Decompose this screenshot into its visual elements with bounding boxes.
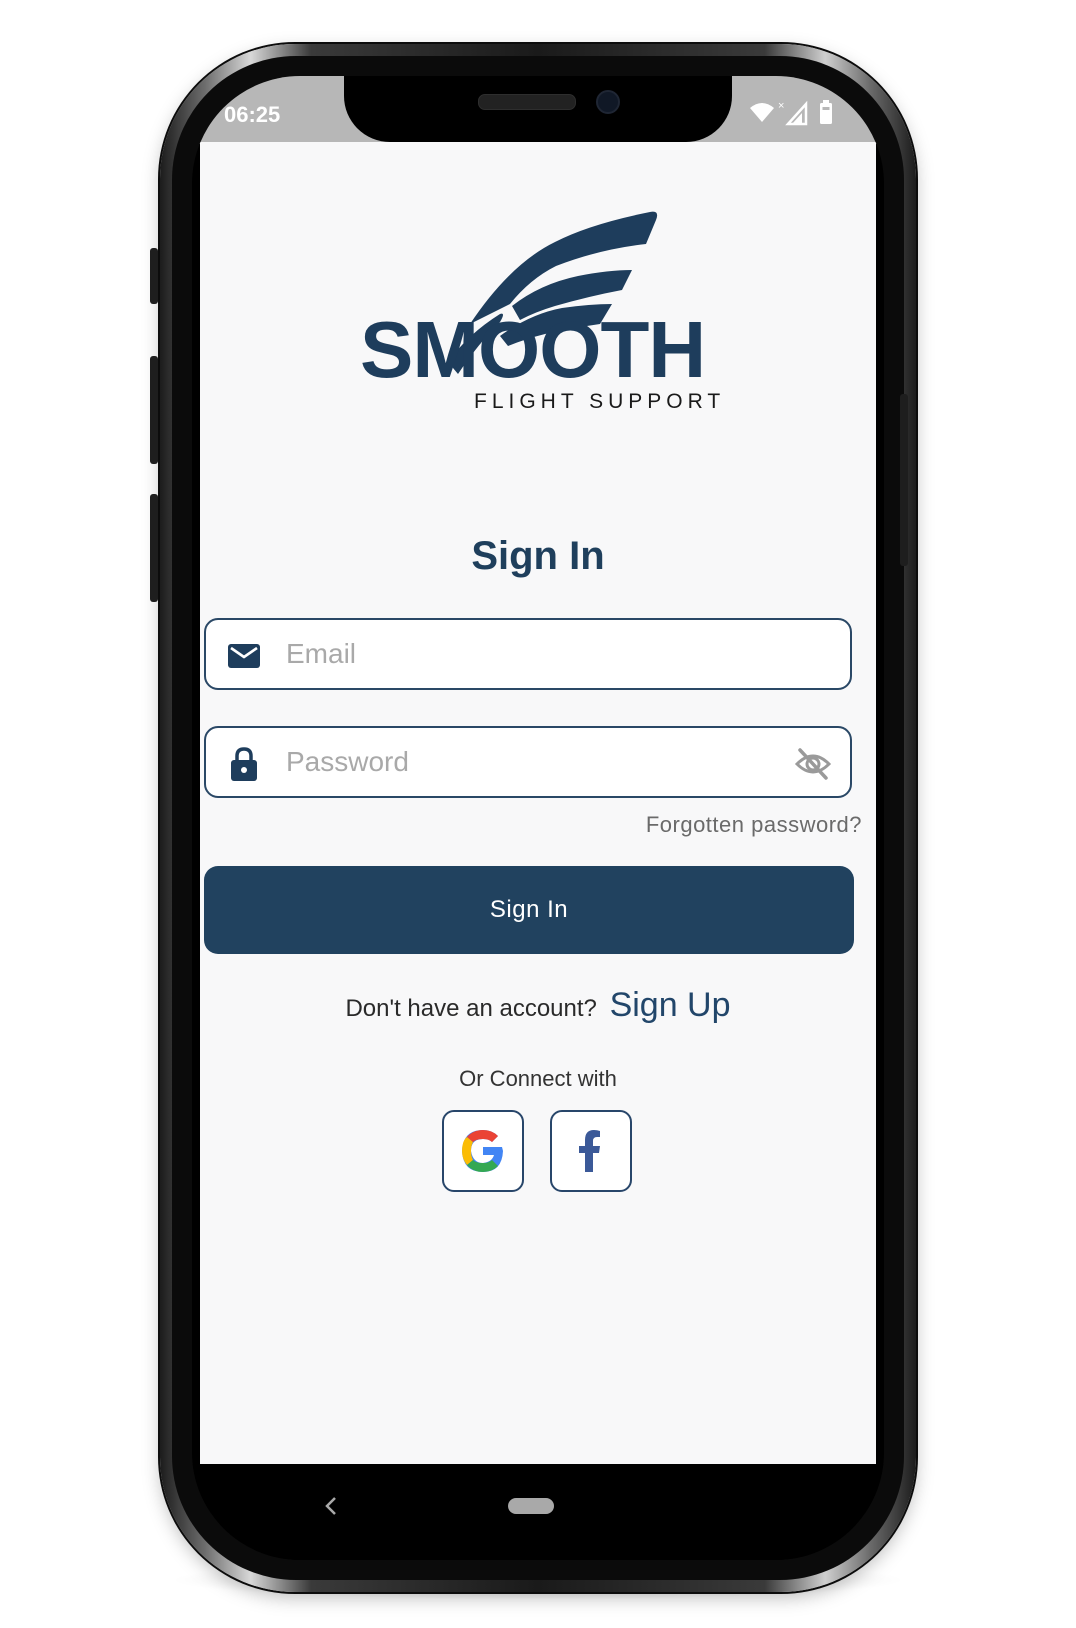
power-button	[900, 394, 908, 566]
status-time: 06:25	[224, 102, 281, 127]
google-icon	[462, 1130, 503, 1172]
volume-button	[150, 248, 158, 304]
status-icons: ×	[750, 100, 832, 126]
forgot-password-link[interactable]: Forgotten password?	[646, 812, 862, 838]
wifi-icon	[750, 103, 774, 122]
eye-off-icon[interactable]	[794, 746, 832, 782]
volume-down-button	[150, 494, 158, 602]
sign-in-button[interactable]: Sign In	[204, 866, 854, 954]
phone-screen: 06:25 × SMOOTH FLIGHT SUPPORT Sign In Em…	[192, 76, 884, 1560]
volume-up-button	[150, 356, 158, 464]
battery-icon	[820, 100, 832, 124]
social-heading: Or Connect with	[459, 1066, 617, 1091]
mail-icon	[228, 644, 260, 668]
page-title: Sign In	[471, 534, 605, 578]
sign-up-link[interactable]: Sign Up	[610, 986, 731, 1024]
app-screen: SMOOTH FLIGHT SUPPORT Sign In Email Pass…	[200, 142, 876, 1464]
system-nav-bar	[192, 1464, 884, 1560]
email-field[interactable]: Email	[204, 618, 852, 690]
front-camera	[596, 90, 620, 114]
no-signal-icon: ×	[778, 100, 808, 126]
home-pill-icon[interactable]	[508, 1498, 554, 1514]
back-icon[interactable]	[320, 1494, 344, 1518]
camera-notch	[344, 76, 732, 142]
speaker-grille	[478, 94, 576, 110]
facebook-login-button[interactable]	[550, 1110, 632, 1192]
brand-tagline: FLIGHT SUPPORT	[474, 390, 726, 413]
svg-text:×: ×	[778, 100, 784, 112]
signup-prompt: Don't have an account?	[345, 995, 597, 1022]
password-placeholder: Password	[286, 746, 409, 777]
facebook-icon	[579, 1130, 600, 1172]
email-placeholder: Email	[286, 638, 357, 669]
google-login-button[interactable]	[442, 1110, 524, 1192]
password-field[interactable]: Password	[204, 726, 852, 798]
signup-row: Don't have an account? Sign Up	[200, 986, 876, 1025]
brand-name: SMOOTH	[360, 305, 706, 394]
lock-icon	[231, 747, 257, 781]
